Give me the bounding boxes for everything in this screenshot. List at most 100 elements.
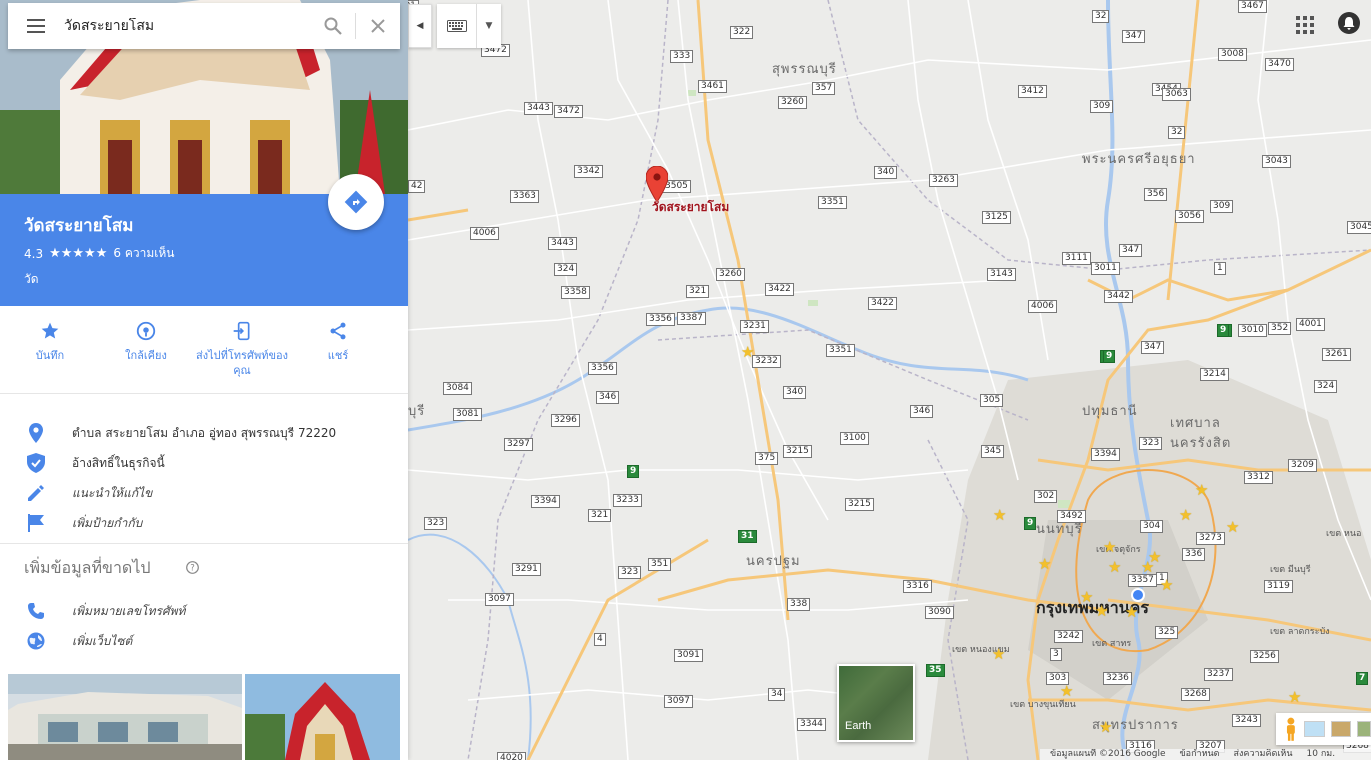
map-place-label[interactable]: เขต สาทร	[1092, 636, 1131, 650]
map-place-label[interactable]: เขต ลาดกระบัง	[1270, 624, 1330, 638]
landmark-star-icon[interactable]: ★	[1103, 540, 1116, 555]
apps-grid-icon[interactable]	[1296, 16, 1314, 34]
landmark-star-icon[interactable]: ★	[1095, 604, 1108, 619]
missing-info-title: เพิ่มข้อมูลที่ขาดไป	[24, 558, 151, 577]
map-thumb-3[interactable]	[1357, 721, 1371, 737]
landmark-star-icon[interactable]: ★	[1038, 557, 1051, 572]
reviews-link[interactable]: 6 ความเห็น	[113, 244, 174, 263]
action-bar: บันทึก ใกล้เคียง ส่งไปที่โทรศัพท์ของคุณ …	[0, 306, 408, 394]
missing-info-list: เพิ่มหมายเลขโทรศัพท์ เพิ่มเว็บไซต์	[0, 596, 408, 656]
save-button[interactable]: บันทึก	[4, 306, 96, 393]
landmark-star-icon[interactable]: ★	[741, 345, 754, 360]
road-shield: 9	[627, 465, 640, 478]
location-pin-icon[interactable]	[646, 166, 668, 202]
caret-down-icon: ▼	[485, 21, 493, 31]
road-shield: 3233	[613, 494, 642, 507]
map-place-label[interactable]: เขต หนอ	[1326, 526, 1361, 540]
place-info-list: ตำบล สระยายโสม อำเภอ อู่ทอง สุพรรณบุรี 7…	[0, 418, 408, 538]
road-shield: 3443	[524, 102, 553, 115]
road-shield: 4	[594, 633, 606, 646]
road-shield: 3097	[485, 593, 514, 606]
road-shield: 323	[1139, 437, 1163, 450]
landmark-star-icon[interactable]: ★	[1141, 560, 1154, 575]
add-label-row[interactable]: เพิ่มป้ายกำกับ	[0, 508, 408, 538]
map-place-label[interactable]: นนทบุรี	[1036, 518, 1083, 539]
address-row[interactable]: ตำบล สระยายโสม อำเภอ อู่ทอง สุพรรณบุรี 7…	[0, 418, 408, 448]
landmark-star-icon[interactable]: ★	[1226, 520, 1239, 535]
road-shield: 309	[1210, 200, 1234, 213]
nearby-button[interactable]: ใกล้เคียง	[100, 306, 192, 393]
pegman-icon[interactable]	[1284, 717, 1298, 741]
earth-view-toggle[interactable]: Earth	[837, 664, 915, 742]
help-icon[interactable]: ?	[186, 561, 199, 574]
road-shield: 3356	[646, 313, 675, 326]
terms-link[interactable]: ข้อกำหนด	[1180, 749, 1220, 760]
landmark-star-icon[interactable]: ★	[1099, 720, 1112, 735]
close-icon[interactable]	[356, 3, 400, 49]
place-type[interactable]: วัด	[24, 270, 39, 289]
input-tools-dropdown[interactable]: ▼	[477, 21, 501, 31]
road-shield: 3358	[561, 286, 590, 299]
road-shield: 3232	[752, 355, 781, 368]
landmark-star-icon[interactable]: ★	[1288, 690, 1301, 705]
place-photo-2[interactable]	[245, 674, 400, 760]
pin-place-label[interactable]: วัดสระยายโสม	[652, 198, 729, 217]
map-place-label[interactable]: เขต มีนบุรี	[1270, 562, 1311, 576]
landmark-star-icon[interactable]: ★	[993, 508, 1006, 523]
add-phone-row[interactable]: เพิ่มหมายเลขโทรศัพท์	[0, 596, 408, 626]
landmark-star-icon[interactable]: ★	[1160, 578, 1173, 593]
road-shield: 333	[670, 50, 694, 63]
road-shield: 347	[1119, 244, 1143, 257]
collapse-panel-button[interactable]: ◀	[408, 4, 432, 48]
map-place-label[interactable]: พระนครศรีอยุธยา	[1082, 148, 1196, 169]
road-shield: 3422	[765, 283, 794, 296]
road-shield: 3260	[778, 96, 807, 109]
road-shield: 357	[812, 82, 836, 95]
map-place-label[interactable]: เทศบาล	[1170, 412, 1221, 433]
add-website-row[interactable]: เพิ่มเว็บไซต์	[0, 626, 408, 656]
road-shield: 3442	[1104, 290, 1133, 303]
directions-button[interactable]	[328, 174, 384, 230]
road-shield: 3312	[1244, 471, 1273, 484]
share-label: แชร์	[327, 349, 349, 362]
map-canvas[interactable]: 3306348735013467323223333473008347034613…	[408, 0, 1371, 760]
landmark-star-icon[interactable]: ★	[1060, 684, 1073, 699]
share-button[interactable]: แชร์	[292, 306, 384, 393]
map-thumb-2[interactable]	[1331, 721, 1352, 737]
landmark-star-icon[interactable]: ★	[1108, 560, 1121, 575]
search-icon[interactable]	[311, 3, 355, 49]
map-place-label[interactable]: บุรี	[408, 400, 425, 421]
road-shield: 4006	[1028, 300, 1057, 313]
map-place-label[interactable]: สุพรรณบุรี	[772, 58, 837, 79]
landmark-star-icon[interactable]: ★	[1080, 590, 1093, 605]
road-shield: 4001	[1296, 318, 1325, 331]
feedback-link[interactable]: ส่งความคิดเห็น	[1234, 749, 1293, 760]
landmark-star-icon[interactable]: ★	[1179, 508, 1192, 523]
search-input[interactable]	[64, 18, 311, 34]
landmark-star-icon[interactable]: ★	[1195, 483, 1208, 498]
road-shield: 3090	[925, 606, 954, 619]
road-shield: 3394	[531, 495, 560, 508]
keyboard-button[interactable]	[437, 4, 477, 48]
place-photo-1[interactable]	[8, 674, 242, 760]
road-shield: 351	[648, 558, 672, 571]
road-shield: 304	[1140, 520, 1164, 533]
star-icon	[41, 322, 59, 339]
input-tools[interactable]: ▼	[437, 4, 501, 48]
road-shield: 346	[596, 391, 620, 404]
landmark-star-icon[interactable]: ★	[1125, 605, 1138, 620]
claim-business-row[interactable]: อ้างสิทธิ์ในธุรกิจนี้	[0, 448, 408, 478]
search-box	[8, 3, 400, 49]
notifications-icon[interactable]	[1338, 12, 1360, 34]
suggest-edit-row[interactable]: แนะนำให้แก้ไข	[0, 478, 408, 508]
street-view-controls[interactable]	[1276, 713, 1371, 745]
send-to-phone-button[interactable]: ส่งไปที่โทรศัพท์ของคุณ	[196, 306, 288, 393]
map-place-label[interactable]: นครรังสิต	[1170, 432, 1231, 453]
divider	[0, 543, 408, 544]
map-place-label[interactable]: ปทุมธานี	[1082, 400, 1138, 421]
menu-icon[interactable]	[8, 3, 64, 49]
landmark-star-icon[interactable]: ★	[992, 647, 1005, 662]
map-place-label[interactable]: นครปฐม	[746, 550, 801, 571]
road-shield: 3273	[1196, 532, 1225, 545]
map-thumb-1[interactable]	[1303, 721, 1326, 737]
